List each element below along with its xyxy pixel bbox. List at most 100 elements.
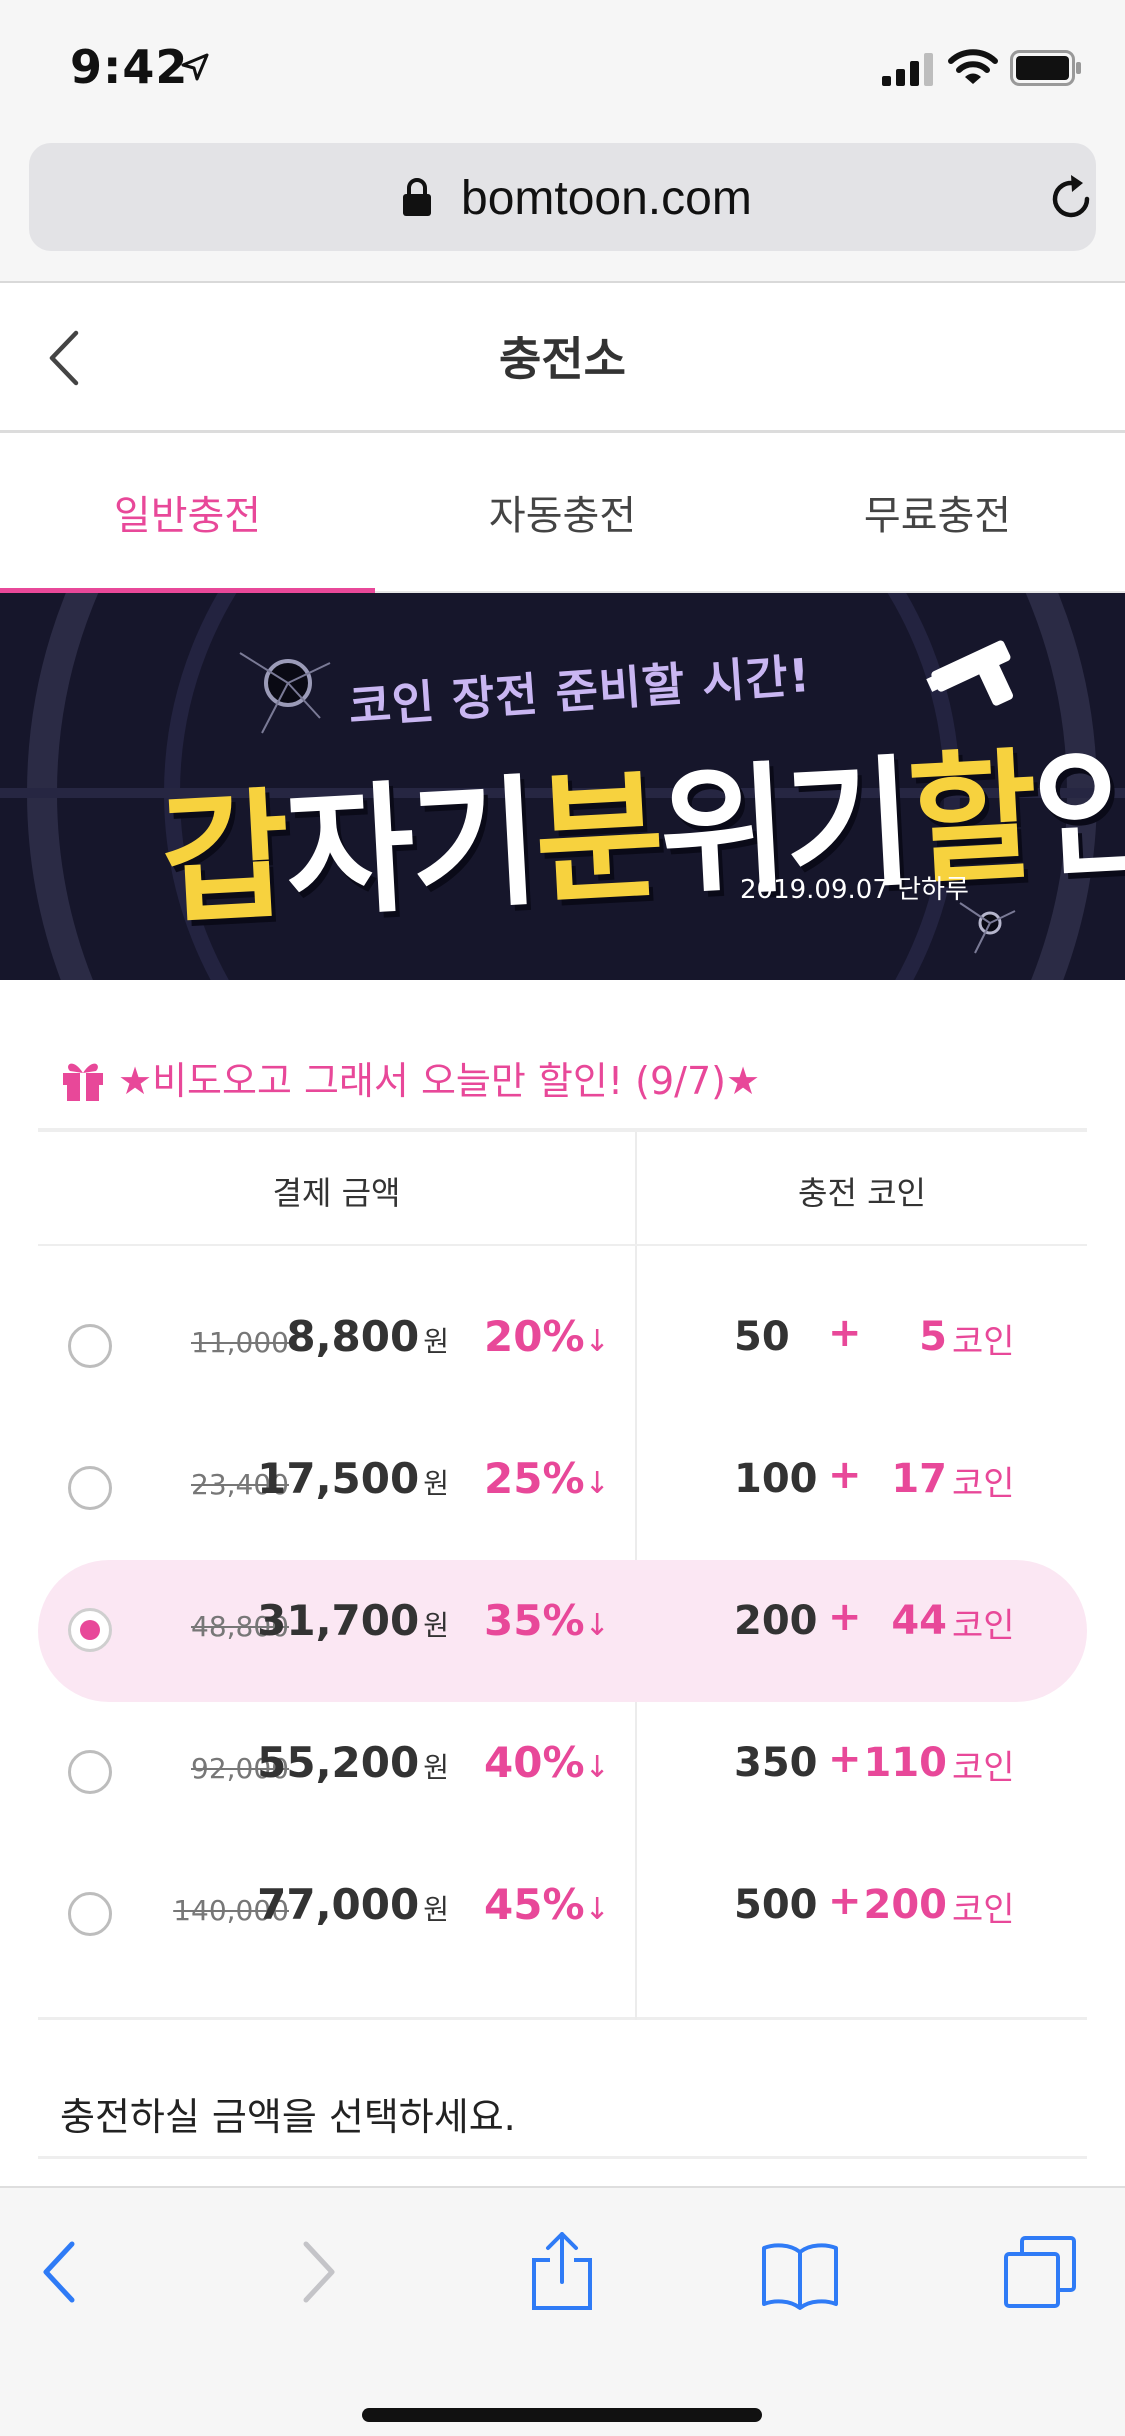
base-coins: 100 bbox=[734, 1456, 818, 1502]
promo-heading: ★비도오고 그래서 오늘만 할인! (9/7)★ bbox=[58, 1050, 760, 1105]
sale-price: 31,700 원 bbox=[257, 1596, 449, 1645]
currency-label: 원 bbox=[423, 1325, 449, 1358]
discount-rate: 45%↓ bbox=[484, 1880, 610, 1929]
divider bbox=[38, 2156, 1087, 2159]
cellular-signal-icon bbox=[882, 53, 933, 86]
price-option-row[interactable]: 23,400 17,500 원 25%↓ 100 + 17 코인 bbox=[38, 1418, 1087, 1560]
reload-icon[interactable] bbox=[1045, 173, 1097, 225]
discount-value: 40% bbox=[484, 1738, 585, 1787]
gift-icon bbox=[63, 1063, 103, 1101]
original-price: 11,000 bbox=[191, 1326, 289, 1359]
bonus-coins: 17 bbox=[891, 1456, 947, 1502]
bonus-coins: 5 bbox=[919, 1314, 947, 1360]
wifi-icon bbox=[948, 49, 998, 84]
price-option-row[interactable]: 92,000 55,200 원 40%↓ 350 + 110 코인 bbox=[38, 1702, 1087, 1844]
discount-rate: 25%↓ bbox=[484, 1454, 610, 1503]
sale-price-value: 31,700 bbox=[257, 1596, 420, 1645]
down-arrow-icon: ↓ bbox=[584, 1608, 610, 1643]
page-header: 충전소 bbox=[0, 283, 1125, 433]
plus-sign: + bbox=[828, 1452, 862, 1498]
promo-title: ★비도오고 그래서 오늘만 할인! (9/7)★ bbox=[118, 1059, 761, 1103]
banner-date: 2019.09.07 단하루 bbox=[740, 875, 969, 905]
banner-title-part: 분 bbox=[530, 755, 665, 925]
currency-label: 원 bbox=[423, 1751, 449, 1784]
event-banner[interactable]: 코인 장전 준비할 시간! 갑자기분위기할인 2019.09.07 단하루 bbox=[0, 593, 1125, 980]
status-time: 9:42 bbox=[70, 40, 189, 94]
column-header-coins: 충전 코인 bbox=[798, 1174, 926, 1212]
back-icon[interactable] bbox=[22, 2232, 102, 2312]
discount-rate: 20%↓ bbox=[484, 1312, 610, 1361]
sale-price: 55,200 원 bbox=[257, 1738, 449, 1787]
sale-price: 17,500 원 bbox=[257, 1454, 449, 1503]
selection-hint: 충전하실 금액을 선택하세요. bbox=[60, 2095, 516, 2139]
base-coins: 500 bbox=[734, 1882, 818, 1928]
sale-price-value: 8,800 bbox=[286, 1312, 420, 1361]
down-arrow-icon: ↓ bbox=[584, 1892, 610, 1927]
status-bar: 9:42 bbox=[0, 0, 1125, 140]
bonus-coins: 44 bbox=[891, 1598, 947, 1644]
radio-button-checked[interactable] bbox=[68, 1608, 112, 1652]
plus-sign: + bbox=[828, 1878, 862, 1924]
plus-sign: + bbox=[828, 1594, 862, 1640]
battery-icon bbox=[1010, 50, 1081, 86]
price-option-row[interactable]: 140,000 77,000 원 45%↓ 500 + 200 코인 bbox=[38, 1844, 1087, 1986]
price-option-row-selected[interactable]: 48,800 31,700 원 35%↓ 200 + 44 코인 bbox=[38, 1560, 1087, 1702]
coin-unit: 코인 bbox=[952, 1890, 1015, 1930]
base-coins: 50 bbox=[734, 1314, 790, 1360]
bookmarks-icon[interactable] bbox=[760, 2232, 840, 2312]
discount-rate: 40%↓ bbox=[484, 1738, 610, 1787]
radio-button[interactable] bbox=[68, 1324, 112, 1368]
sale-price-value: 17,500 bbox=[257, 1454, 420, 1503]
currency-label: 원 bbox=[423, 1467, 449, 1500]
tab-regular-charge[interactable]: 일반충전 bbox=[0, 433, 375, 593]
down-arrow-icon: ↓ bbox=[584, 1466, 610, 1501]
discount-value: 35% bbox=[484, 1596, 585, 1645]
discount-value: 25% bbox=[484, 1454, 585, 1503]
forward-icon[interactable] bbox=[276, 2232, 356, 2312]
radio-button[interactable] bbox=[68, 1750, 112, 1794]
banner-title-part: 갑 bbox=[157, 774, 291, 944]
discount-rate: 35%↓ bbox=[484, 1596, 610, 1645]
base-coins: 200 bbox=[734, 1598, 818, 1644]
coin-unit: 코인 bbox=[952, 1322, 1015, 1362]
coin-unit: 코인 bbox=[952, 1606, 1015, 1646]
price-option-row[interactable]: 11,000 8,800 원 20%↓ 50 + 5 코인 bbox=[38, 1276, 1087, 1418]
column-header-payment: 결제 금액 bbox=[272, 1174, 401, 1212]
down-arrow-icon: ↓ bbox=[584, 1750, 610, 1785]
currency-label: 원 bbox=[423, 1609, 449, 1642]
sale-price: 77,000 원 bbox=[257, 1880, 449, 1929]
sale-price-value: 77,000 bbox=[257, 1880, 420, 1929]
tab-auto-charge[interactable]: 자동충전 bbox=[375, 433, 750, 591]
sale-price: 8,800 원 bbox=[286, 1312, 449, 1361]
tab-free-charge[interactable]: 무료충전 bbox=[750, 433, 1125, 591]
banner-title-part: 인 bbox=[1029, 728, 1125, 899]
radio-button[interactable] bbox=[68, 1466, 112, 1510]
coin-unit: 코인 bbox=[952, 1748, 1015, 1788]
down-arrow-icon: ↓ bbox=[584, 1324, 610, 1359]
share-icon[interactable] bbox=[522, 2232, 602, 2312]
charge-tabs: 일반충전 자동충전 무료충전 bbox=[0, 433, 1125, 593]
location-arrow-icon bbox=[181, 53, 209, 81]
sale-price-value: 55,200 bbox=[257, 1738, 420, 1787]
address-bar[interactable]: bomtoon.com bbox=[29, 143, 1096, 251]
browser-address-area: bomtoon.com bbox=[0, 140, 1125, 283]
base-coins: 350 bbox=[734, 1740, 818, 1786]
discount-value: 45% bbox=[484, 1880, 585, 1929]
currency-label: 원 bbox=[423, 1893, 449, 1926]
bonus-coins: 110 bbox=[863, 1740, 948, 1786]
page-title: 충전소 bbox=[499, 332, 626, 386]
plus-sign: + bbox=[828, 1310, 862, 1356]
radio-button[interactable] bbox=[68, 1892, 112, 1936]
charge-price-table: 결제 금액 충전 코인 11,000 8,800 원 20%↓ 50 + 5 코인… bbox=[38, 1128, 1087, 2020]
table-header: 결제 금액 충전 코인 bbox=[38, 1132, 1087, 1246]
browser-toolbar bbox=[0, 2186, 1125, 2436]
banner-title-part: 자기 bbox=[281, 761, 540, 938]
lock-icon bbox=[403, 178, 431, 216]
tabs-icon[interactable] bbox=[1000, 2232, 1080, 2312]
plus-sign: + bbox=[828, 1736, 862, 1782]
coin-unit: 코인 bbox=[952, 1464, 1015, 1504]
url-text[interactable]: bomtoon.com bbox=[461, 171, 752, 226]
discount-value: 20% bbox=[484, 1312, 585, 1361]
home-indicator[interactable] bbox=[362, 2408, 762, 2422]
bonus-coins: 200 bbox=[863, 1882, 948, 1928]
